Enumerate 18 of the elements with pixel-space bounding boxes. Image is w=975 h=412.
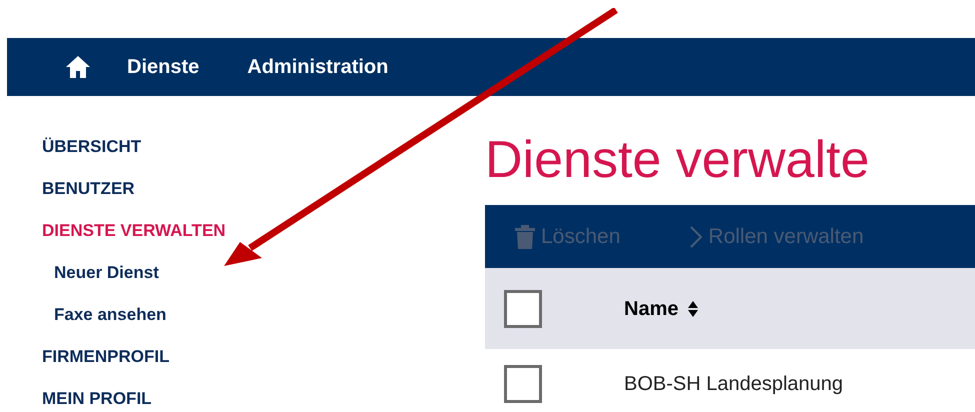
table-cell-text: BOB-SH Landesplanung [624, 372, 844, 397]
checkbox[interactable] [504, 365, 542, 403]
sidebar-item[interactable]: FIRMENPROFIL [42, 347, 170, 367]
column-header[interactable]: Name [624, 294, 678, 324]
sidebar-subitem[interactable]: Neuer Dienst [54, 260, 159, 286]
sidebar-item[interactable]: DIENSTE VERWALTEN [42, 221, 226, 241]
home-icon[interactable] [65, 55, 91, 79]
sort-icon[interactable] [688, 300, 698, 316]
trash-icon [515, 224, 535, 248]
page-title: Dienste verwalte [485, 130, 870, 190]
chevron-right-icon [690, 226, 702, 248]
sidebar-item[interactable]: BENUTZER [42, 179, 135, 199]
sidebar-subitem[interactable]: Faxe ansehen [54, 302, 166, 328]
nav-link[interactable]: Dienste [127, 52, 200, 82]
checkbox[interactable] [504, 290, 542, 328]
sidebar-item[interactable]: ÜBERSICHT [42, 137, 142, 157]
nav-link[interactable]: Administration [247, 52, 388, 82]
sidebar-item[interactable]: MEIN PROFIL [42, 389, 152, 409]
